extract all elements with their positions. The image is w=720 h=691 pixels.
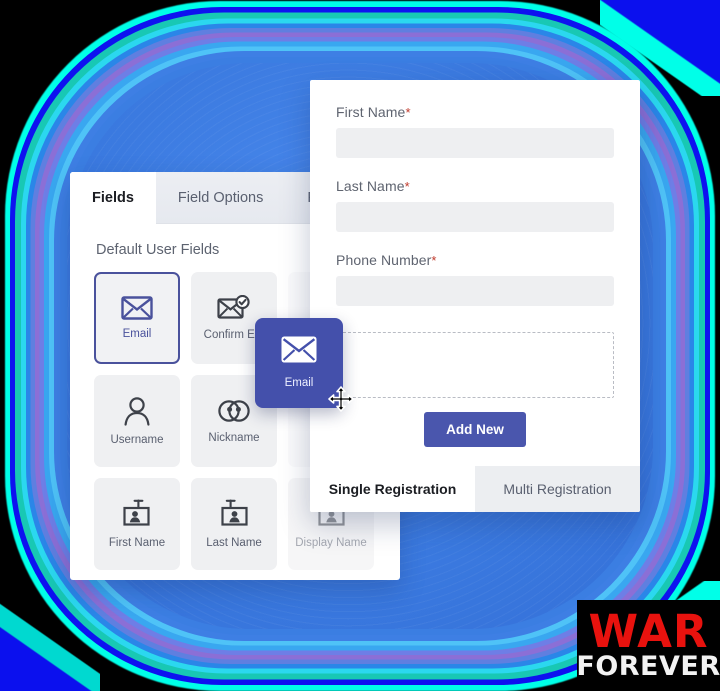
user-icon [123, 396, 151, 426]
tab-field-options-label: Field Options [177, 189, 264, 206]
first-name-required-marker: * [405, 105, 411, 120]
field-dropzone[interactable] [336, 332, 614, 398]
id-card-icon [121, 499, 153, 529]
first-name-label: First Name* [336, 104, 614, 120]
field-tile-display-name-label: Display Name [295, 536, 367, 549]
tab-fields[interactable]: Fields [70, 172, 156, 224]
registration-mode-tabs: Single Registration Multi Registration [310, 466, 640, 512]
watermark: WAR FOREVER [577, 600, 720, 691]
field-tile-email[interactable]: Email [94, 272, 180, 364]
field-tile-first-name[interactable]: First Name [94, 478, 180, 570]
envelope-check-icon [217, 294, 251, 321]
first-name-input[interactable] [336, 128, 614, 158]
move-cursor-icon [328, 386, 354, 412]
tab-single-registration-label: Single Registration [328, 481, 457, 497]
form-preview-panel: First Name* Last Name* Phone Number* Add… [310, 80, 640, 512]
add-new-row: Add New [336, 412, 614, 447]
goggles-icon [218, 398, 250, 424]
envelope-icon [121, 296, 153, 320]
tab-multi-registration[interactable]: Multi Registration [475, 466, 640, 512]
field-tile-last-name-label: Last Name [206, 536, 262, 549]
watermark-line-2: FOREVER [577, 650, 720, 682]
field-tile-nickname-label: Nickname [208, 431, 260, 444]
dragged-field-tile-label: Email [284, 377, 314, 390]
field-tile-last-name[interactable]: Last Name [191, 478, 277, 570]
phone-number-input[interactable] [336, 276, 614, 306]
tab-fields-label: Fields [92, 189, 134, 206]
last-name-input[interactable] [336, 202, 614, 232]
id-card-icon [218, 499, 250, 529]
last-name-required-marker: * [404, 179, 410, 194]
last-name-label: Last Name* [336, 178, 614, 194]
last-name-label-text: Last Name [336, 178, 405, 194]
phone-number-label-text: Phone Number [336, 252, 432, 268]
tab-field-options[interactable]: Field Options [155, 172, 286, 224]
field-tile-first-name-label: First Name [108, 536, 166, 549]
tab-single-registration[interactable]: Single Registration [310, 466, 475, 512]
field-tile-username[interactable]: Username [94, 375, 180, 467]
screenshot-stage: Fields Field Options For Default User Fi… [0, 0, 720, 691]
watermark-line-1: WAR [588, 605, 709, 659]
add-new-button[interactable]: Add New [424, 412, 526, 447]
tab-multi-registration-label: Multi Registration [503, 481, 612, 497]
corner-accent-bottom-left [0, 595, 100, 691]
first-name-label-text: First Name [336, 104, 406, 120]
form-fields-area: First Name* Last Name* Phone Number* Add… [310, 80, 640, 447]
field-tile-email-label: Email [122, 327, 152, 340]
envelope-icon [281, 336, 317, 368]
phone-number-required-marker: * [431, 253, 437, 268]
field-tile-username-label: Username [110, 433, 164, 446]
phone-number-label: Phone Number* [336, 252, 614, 268]
